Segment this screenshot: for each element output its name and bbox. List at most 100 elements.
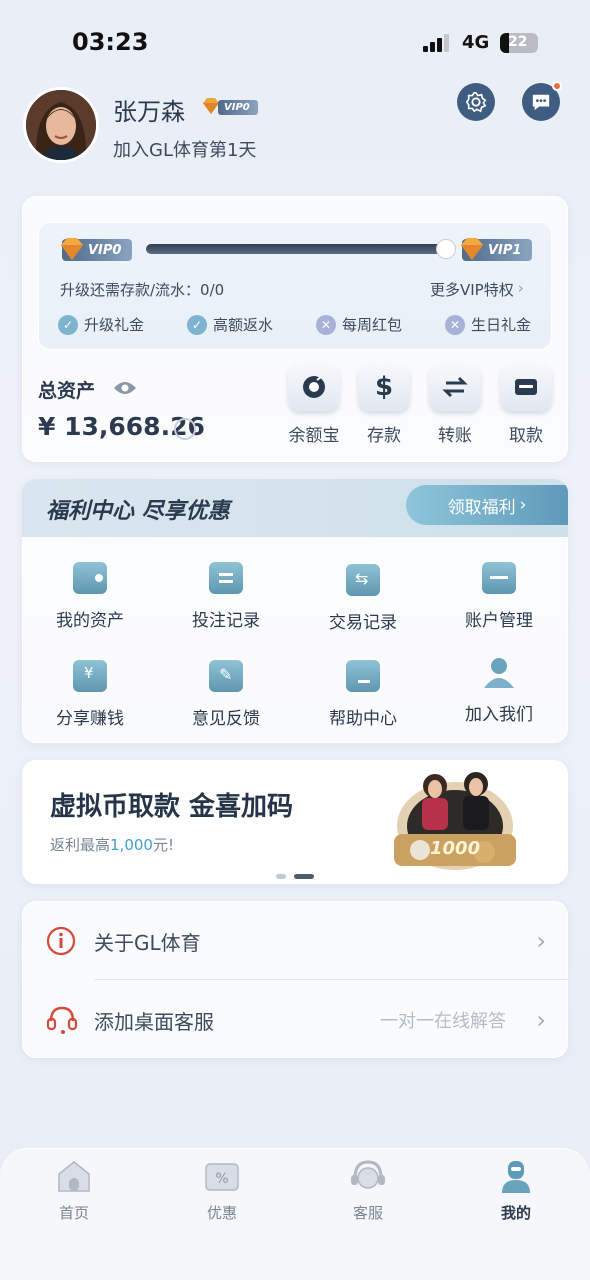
yuebao-button[interactable] (288, 363, 340, 411)
deposit-button[interactable]: $ (358, 363, 410, 411)
share-earn-item[interactable]: ¥ 分享赚钱 (25, 660, 155, 729)
welfare-title: 福利中心 尽享优惠 (46, 499, 230, 524)
carousel-dot[interactable] (276, 874, 286, 879)
banner-sub-suffix: 元! (152, 836, 174, 854)
grid-label: 我的资产 (56, 611, 124, 631)
upgrade-requirement: 升级还需存款/流水：0/0 (60, 281, 225, 299)
help-icon (346, 660, 380, 692)
vip-badge-label: VIP0 (218, 100, 258, 115)
about-gl-label: 关于GL体育 (94, 930, 201, 955)
chat-icon (532, 94, 550, 111)
vip-badge: VIP0 (202, 98, 258, 116)
perk-label: 升级礼金 (84, 316, 145, 334)
tab-profile[interactable]: 我的 (476, 1158, 556, 1223)
vip-next-label: VIP1 (488, 242, 522, 258)
transfer-button[interactable] (429, 363, 481, 411)
grid-label: 交易记录 (329, 613, 397, 633)
support-icon (349, 1158, 387, 1194)
join-icon (482, 656, 516, 688)
piggy-icon (303, 376, 325, 398)
withdraw-label: 取款 (509, 426, 543, 446)
messages-button[interactable] (522, 81, 562, 121)
banner-badge: 1000 (430, 838, 481, 859)
tab-profile-label: 我的 (500, 1204, 531, 1222)
withdraw-button[interactable] (500, 363, 552, 411)
headset-icon (46, 1006, 78, 1034)
yuebao-label: 余额宝 (288, 426, 340, 446)
transaction-icon: ⇆ (346, 564, 380, 596)
perk-label: 生日礼金 (471, 316, 532, 334)
home-icon (55, 1158, 93, 1194)
refresh-icon[interactable] (174, 418, 196, 440)
profile-icon (497, 1158, 535, 1194)
gear-icon (465, 92, 487, 113)
grid-label: 帮助中心 (329, 709, 397, 729)
chevron-right-icon: › (536, 927, 546, 955)
banner-sub-amount: 1,000 (110, 836, 153, 854)
claim-welfare-label: 领取福利 (447, 497, 516, 518)
banner-artwork: 1000 (380, 764, 530, 880)
more-vip-label: 更多VIP特权 (430, 281, 514, 299)
deposit-label: 存款 (367, 426, 401, 446)
perk-upgrade-bonus: ✓ 升级礼金 (58, 314, 144, 335)
account-management-item[interactable]: 账户管理 (434, 562, 564, 631)
diamond-icon (61, 238, 83, 260)
folder-icon (482, 562, 516, 594)
vip-next-chip: VIP1 (461, 238, 532, 261)
claim-welfare-button[interactable]: 领取福利 › (406, 485, 568, 525)
wallet-icon (73, 562, 107, 594)
desktop-support-label: 添加桌面客服 (94, 1009, 214, 1034)
share-money-icon: ¥ (73, 660, 107, 692)
perk-weekly-redpack: ✕ 每周红包 (316, 314, 402, 335)
settings-button[interactable] (457, 83, 495, 121)
about-gl-row[interactable]: 关于GL体育 › (22, 902, 568, 980)
perk-rebate: ✓ 高额返水 (187, 314, 273, 335)
perk-birthday-bonus: ✕ 生日礼金 (445, 314, 531, 335)
banner-title: 虚拟币取款 金喜加码 (50, 792, 294, 822)
notification-dot (552, 81, 562, 91)
status-bar: 03:23 4G 22 (0, 0, 590, 80)
tab-promotions[interactable]: % 优惠 (182, 1158, 262, 1223)
welfare-header: 福利中心 尽享优惠 领取福利 › (22, 479, 568, 537)
tab-support-label: 客服 (352, 1204, 383, 1222)
svg-text:%: % (215, 1171, 228, 1187)
eye-icon[interactable] (113, 380, 137, 400)
feedback-item[interactable]: ✎ 意见反馈 (161, 660, 291, 729)
check-icon: ✓ (58, 314, 78, 335)
perk-label: 每周红包 (342, 316, 403, 334)
info-icon (46, 926, 76, 956)
avatar[interactable] (23, 87, 99, 163)
divider (94, 979, 568, 980)
banner-subtitle: 返利最高1,000元! (50, 834, 174, 855)
desktop-support-row[interactable]: 添加桌面客服 一对一在线解答 › (22, 981, 568, 1059)
tab-support[interactable]: 客服 (328, 1158, 408, 1223)
my-assets-item[interactable]: 我的资产 (25, 562, 155, 631)
dollar-icon: $ (374, 372, 394, 402)
bet-record-item[interactable]: 投注记录 (161, 562, 291, 631)
desktop-support-hint: 一对一在线解答 (380, 1011, 506, 1032)
transfer-label: 转账 (438, 426, 472, 446)
tab-home-label: 首页 (58, 1204, 89, 1222)
progress-knob (436, 239, 456, 259)
cross-icon: ✕ (316, 314, 336, 335)
battery-level: 22 (508, 34, 528, 50)
more-vip-link[interactable]: 更多VIP特权 › (430, 279, 524, 300)
cross-icon: ✕ (445, 314, 465, 335)
grid-label: 投注记录 (192, 611, 260, 631)
chevron-right-icon: › (536, 1006, 546, 1034)
vip-current-label: VIP0 (88, 242, 122, 258)
status-time: 03:23 (72, 28, 149, 56)
discount-icon: % (203, 1158, 241, 1194)
transaction-record-item[interactable]: ⇆ 交易记录 (298, 564, 428, 633)
grid-label: 账户管理 (465, 611, 533, 631)
network-type: 4G (462, 32, 490, 53)
tab-home[interactable]: 首页 (34, 1158, 114, 1223)
check-icon: ✓ (187, 314, 207, 335)
grid-label: 加入我们 (465, 705, 533, 725)
user-name: 张万森 (113, 98, 185, 126)
feedback-icon: ✎ (209, 660, 243, 692)
help-center-item[interactable]: 帮助中心 (298, 660, 428, 729)
chevron-right-icon: › (517, 279, 524, 297)
join-us-item[interactable]: 加入我们 (434, 656, 564, 725)
carousel-dot-active[interactable] (294, 874, 314, 879)
